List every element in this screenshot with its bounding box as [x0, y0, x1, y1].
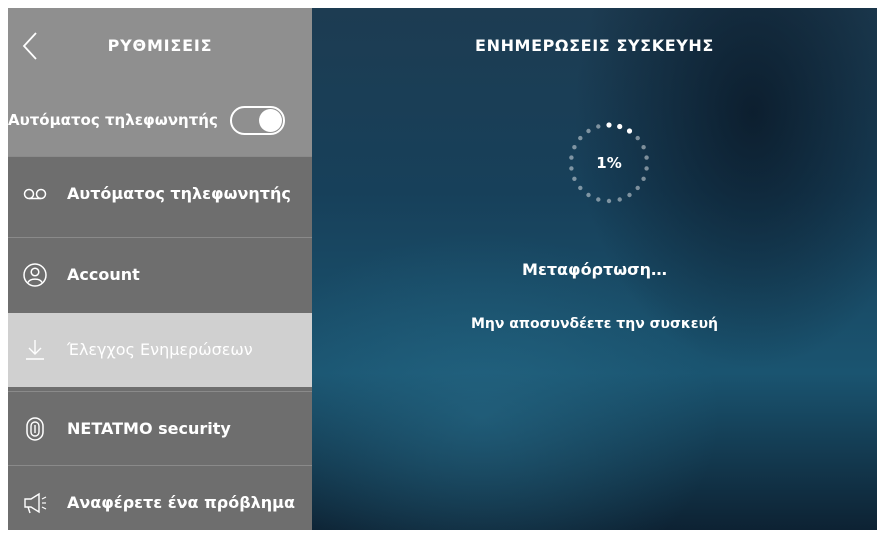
user-icon	[16, 256, 54, 294]
progress-percentage: 1%	[596, 154, 622, 172]
menu-item-netatmo-security[interactable]: NETATMO security	[8, 391, 312, 465]
page-title: ΕΝΗΜΕΡΩΣΕΙΣ ΣΥΣΚΕΥΗΣ	[475, 36, 714, 55]
sidebar-title: ΡΥΘΜΙΣΕΙΣ	[107, 36, 213, 55]
voicemail-icon	[16, 175, 54, 213]
fingerprint-icon	[16, 410, 54, 448]
menu-item-account[interactable]: Account	[8, 237, 312, 311]
warning-text: Μην αποσυνδέετε την συσκευή	[470, 316, 719, 332]
menu-item-label: Account	[67, 265, 140, 284]
download-icon	[16, 331, 54, 369]
menu-item-label: Αναφέρετε ένα πρόβλημα	[67, 493, 295, 512]
menu-item-label: Έλεγχος Ενημερώσεων	[67, 340, 253, 359]
device-screen: ΡΥΘΜΙΣΕΙΣ Αυτόματος τηλεφωνητής Αυτόματο…	[8, 8, 877, 530]
megaphone-icon	[16, 484, 54, 522]
download-progress-spinner: 1%	[564, 118, 654, 208]
status-text: Μεταφόρτωση…	[522, 260, 667, 279]
chevron-left-icon	[22, 32, 37, 60]
back-button[interactable]	[14, 28, 50, 64]
answering-machine-toggle-row: Αυτόματος τηλεφωνητής	[8, 84, 312, 156]
menu-item-report-problem[interactable]: Αναφέρετε ένα πρόβλημα	[8, 465, 312, 530]
settings-sidebar: ΡΥΘΜΙΣΕΙΣ Αυτόματος τηλεφωνητής Αυτόματο…	[8, 8, 312, 530]
answering-machine-toggle[interactable]	[230, 106, 285, 135]
menu-item-label: Αυτόματος τηλεφωνητής	[67, 184, 291, 203]
menu-item-label: NETATMO security	[67, 419, 231, 438]
sidebar-header: ΡΥΘΜΙΣΕΙΣ	[8, 8, 312, 84]
device-updates-panel: ΕΝΗΜΕΡΩΣΕΙΣ ΣΥΣΚΕΥΗΣ 1% Μεταφόρτωση… Μην…	[312, 8, 877, 530]
menu-item-check-updates[interactable]: Έλεγχος Ενημερώσεων	[8, 313, 312, 387]
toggle-label: Αυτόματος τηλεφωνητής	[8, 111, 218, 129]
toggle-knob	[259, 109, 282, 132]
menu-item-answering-machine[interactable]: Αυτόματος τηλεφωνητής	[8, 156, 312, 230]
